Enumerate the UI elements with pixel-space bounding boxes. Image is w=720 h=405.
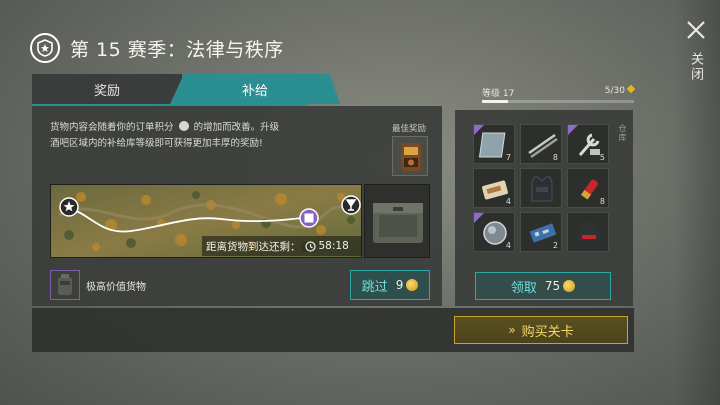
description-text-3: 酒吧区域内的补给库等级即可获得更加丰厚的奖励! bbox=[50, 138, 263, 149]
item-qty: 4 bbox=[505, 241, 511, 250]
tab-bar: 奖励 补给 bbox=[32, 74, 340, 104]
close-label[interactable]: 关闭 bbox=[686, 52, 705, 82]
inventory-item[interactable] bbox=[567, 212, 609, 252]
inventory-item[interactable]: 2 bbox=[520, 212, 562, 252]
item-qty: 5 bbox=[599, 153, 605, 162]
jukebox-icon bbox=[401, 143, 421, 171]
diamond-icon bbox=[626, 84, 636, 94]
helmet-icon bbox=[577, 222, 601, 241]
order-points-icon bbox=[178, 121, 189, 131]
supply-crate bbox=[364, 184, 430, 258]
tab-supply[interactable]: 补给 bbox=[170, 74, 340, 104]
level-label: 等级 17 bbox=[482, 89, 515, 99]
close-zone: 关闭 bbox=[675, 0, 720, 405]
best-reward-item[interactable] bbox=[392, 136, 428, 176]
inventory-item[interactable] bbox=[520, 168, 562, 208]
item-qty: 7 bbox=[505, 153, 511, 162]
level-progress-fill bbox=[482, 100, 508, 103]
armor-vest-icon bbox=[531, 176, 553, 202]
item-qty: 4 bbox=[505, 197, 511, 206]
close-icon[interactable] bbox=[684, 18, 708, 42]
item-qty: 8 bbox=[599, 197, 605, 206]
level-count-value: 5/30 bbox=[604, 86, 625, 96]
inventory-grid: 7 8 5 4 8 4 2 bbox=[473, 124, 613, 252]
clock-icon bbox=[304, 240, 316, 252]
crate-icon bbox=[373, 203, 423, 243]
level-progress: 等级 17 5/30 bbox=[482, 84, 636, 106]
inventory-item[interactable]: 8 bbox=[520, 124, 562, 164]
season-title: 第 15 赛季：法律与秩序 bbox=[70, 38, 284, 61]
inventory-item[interactable]: 4 bbox=[473, 212, 515, 252]
gold-coin-icon bbox=[406, 279, 419, 291]
tab-rewards[interactable]: 奖励 bbox=[32, 74, 182, 104]
supply-panel: 货物内容会随着你的订单积分 的增加而改善。升级 酒吧区域内的补给库等级即可获得更… bbox=[32, 106, 442, 306]
bar-destination-icon bbox=[341, 195, 361, 215]
item-qty: 8 bbox=[552, 153, 558, 162]
start-marker-icon bbox=[59, 197, 79, 217]
bottom-strip: » 购买关卡 bbox=[32, 308, 634, 352]
skip-cost: 9 bbox=[395, 278, 404, 292]
warehouse-label: 仓库 bbox=[618, 124, 627, 142]
inventory-item[interactable]: 8 bbox=[567, 168, 609, 208]
timer-label: 距离货物到达还剩： bbox=[206, 240, 301, 253]
description-text-1: 货物内容会随着你的订单积分 bbox=[50, 122, 174, 133]
skip-button[interactable]: 跳过 9 bbox=[350, 270, 430, 300]
skip-label: 跳过 bbox=[361, 279, 388, 295]
buy-pass-button[interactable]: » 购买关卡 bbox=[454, 316, 628, 344]
supply-description: 货物内容会随着你的订单积分 的增加而改善。升级 酒吧区域内的补给库等级即可获得更… bbox=[50, 120, 350, 152]
inventory-item[interactable]: 7 bbox=[473, 124, 515, 164]
inventory-item[interactable]: 4 bbox=[473, 168, 515, 208]
claim-cost: 75 bbox=[544, 279, 561, 293]
cargo-label: 极高价值货物 bbox=[86, 282, 146, 293]
claim-button[interactable]: 领取 75 bbox=[475, 272, 611, 300]
season-badge-icon bbox=[30, 33, 60, 63]
level-count: 5/30 bbox=[604, 84, 636, 96]
description-text-2: 的增加而改善。升级 bbox=[193, 122, 280, 133]
season-header: 第 15 赛季：法律与秩序 bbox=[30, 30, 284, 66]
buy-label: 购买关卡 bbox=[521, 324, 574, 340]
claim-label: 领取 bbox=[510, 280, 537, 296]
double-chevron-icon: » bbox=[508, 323, 516, 337]
best-reward-label: 最佳奖励 bbox=[392, 124, 427, 134]
arrival-timer: 距离货物到达还剩： 58:18 bbox=[202, 236, 362, 256]
cargo-marker-icon bbox=[299, 208, 319, 228]
inventory-panel: 7 8 5 4 8 4 2 仓库 领取 75 bbox=[455, 110, 633, 306]
inventory-item[interactable]: 5 bbox=[567, 124, 609, 164]
level-progress-bar bbox=[482, 100, 634, 103]
gold-coin-icon bbox=[563, 280, 576, 292]
high-value-cargo-icon bbox=[50, 270, 80, 300]
timer-value: 58:18 bbox=[318, 240, 349, 252]
item-qty: 2 bbox=[552, 241, 558, 250]
